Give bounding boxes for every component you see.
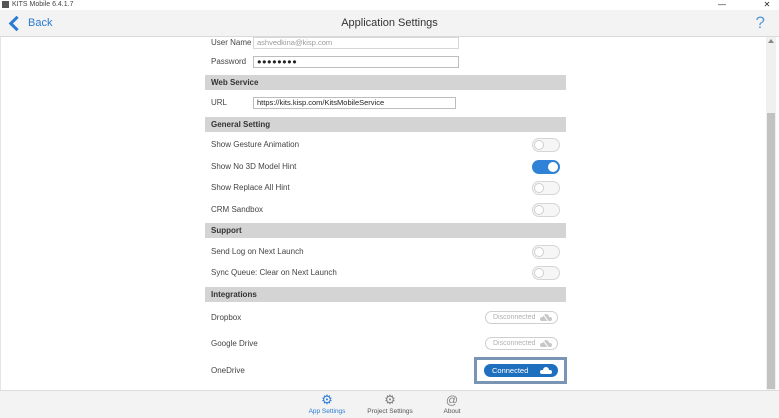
password-label: Password	[211, 57, 247, 66]
tab-app-settings[interactable]: ⚙ App Settings	[297, 393, 357, 418]
dropbox-connect-button[interactable]: Disconnected	[485, 311, 558, 324]
url-field[interactable]: https://kits.kisp.com/KitsMobileService	[253, 96, 456, 109]
connection-status: Disconnected	[493, 340, 536, 347]
toggle-row: Show Gesture Animation	[205, 134, 566, 155]
tab-label: App Settings	[308, 408, 346, 415]
toggle-label: Sync Queue: Clear on Next Launch	[211, 268, 337, 277]
integration-name: Google Drive	[211, 339, 258, 348]
gesture-animation-toggle[interactable]	[532, 138, 560, 152]
password-row: Password ●●●●●●●●	[205, 51, 566, 72]
scroll-thumb[interactable]	[767, 113, 775, 389]
cloud-upload-icon	[540, 367, 552, 374]
close-button[interactable]: ✕	[760, 0, 774, 9]
bottom-tab-bar: ⚙ App Settings ⚙ Project Settings @ Abou…	[0, 390, 779, 418]
url-label: URL	[211, 98, 228, 107]
sync-queue-clear-toggle[interactable]	[532, 266, 560, 280]
toggle-label: Show No 3D Model Hint	[211, 162, 297, 171]
toggle-label: Show Gesture Animation	[211, 140, 300, 149]
integration-row: Google Drive Disconnected	[205, 333, 566, 354]
window-title: KITS Mobile 6.4.1.7	[12, 1, 74, 8]
section-general-setting: General Setting	[205, 117, 566, 132]
vertical-scrollbar[interactable]	[766, 37, 776, 390]
tab-label: Project Settings	[367, 408, 413, 415]
tab-about[interactable]: @ About	[422, 393, 482, 418]
tab-project-settings[interactable]: ⚙ Project Settings	[360, 393, 420, 418]
no-3d-model-hint-toggle[interactable]	[532, 160, 560, 174]
app-icon	[2, 1, 9, 8]
section-web-service: Web Service	[205, 75, 566, 90]
at-sign-icon: @	[445, 393, 459, 407]
cloud-off-icon	[540, 339, 552, 348]
window-titlebar: KITS Mobile 6.4.1.7 — ✕	[0, 0, 779, 10]
section-integrations: Integrations	[205, 287, 566, 302]
toggle-row: CRM Sandbox	[205, 199, 566, 220]
page-title: Application Settings	[341, 17, 438, 29]
toggle-row: Sync Queue: Clear on Next Launch	[205, 262, 566, 283]
onedrive-connect-button[interactable]: Connected	[484, 364, 558, 377]
user-name-label: User Name	[211, 38, 252, 47]
toggle-label: Show Replace All Hint	[211, 183, 290, 192]
connection-status: Disconnected	[493, 314, 536, 321]
tab-label: About	[443, 408, 461, 415]
toggle-label: Send Log on Next Launch	[211, 247, 304, 256]
crm-sandbox-toggle[interactable]	[532, 203, 560, 217]
section-support: Support	[205, 223, 566, 238]
google-drive-connect-button[interactable]: Disconnected	[485, 337, 558, 350]
settings-content: User Name ashvedkina@kisp.com Password ●…	[0, 37, 779, 390]
password-field[interactable]: ●●●●●●●●	[253, 55, 459, 68]
scroll-up-arrow-icon[interactable]	[768, 39, 774, 43]
toggle-row: Show No 3D Model Hint	[205, 156, 566, 177]
toggle-row: Send Log on Next Launch	[205, 241, 566, 262]
replace-all-hint-toggle[interactable]	[532, 181, 560, 195]
toggle-knob	[534, 247, 544, 257]
help-icon[interactable]: ?	[756, 14, 765, 32]
gear-icon: ⚙	[384, 392, 396, 407]
user-name-field[interactable]: ashvedkina@kisp.com	[253, 37, 459, 49]
cloud-off-icon	[540, 313, 552, 322]
toggle-knob	[534, 140, 544, 150]
toggle-knob	[534, 183, 544, 193]
onedrive-highlight-frame: Connected	[474, 357, 567, 384]
connection-status: Connected	[492, 366, 529, 375]
minimize-button[interactable]: —	[715, 0, 729, 9]
send-log-toggle[interactable]	[532, 245, 560, 259]
integration-name: OneDrive	[211, 366, 245, 375]
toggle-knob	[534, 205, 544, 215]
navigation-bar: Back Application Settings ?	[0, 10, 779, 37]
url-row: URL https://kits.kisp.com/KitsMobileServ…	[205, 92, 566, 113]
integration-row: Dropbox Disconnected	[205, 307, 566, 328]
toggle-knob	[548, 162, 558, 172]
toggle-knob	[534, 268, 544, 278]
toggle-label: CRM Sandbox	[211, 205, 264, 214]
gears-icon: ⚙	[321, 392, 333, 407]
integration-name: Dropbox	[211, 313, 242, 322]
toggle-row: Show Replace All Hint	[205, 177, 566, 198]
